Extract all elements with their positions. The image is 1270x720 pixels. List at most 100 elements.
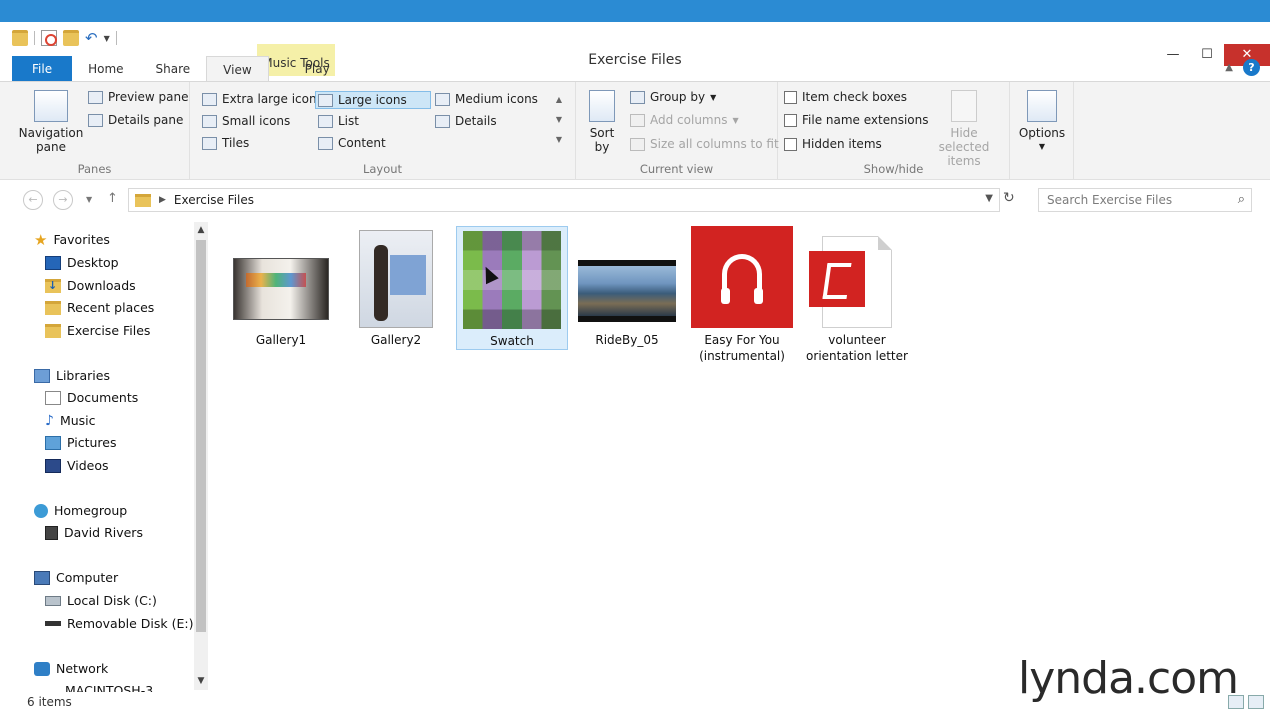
folder-icon xyxy=(135,193,151,207)
size-all-columns-button[interactable]: Size all columns to fit xyxy=(630,137,779,151)
sort-by-button[interactable]: Sort by xyxy=(584,90,620,154)
options-button[interactable]: Options ▼ xyxy=(1016,90,1068,154)
layout-details[interactable]: Details xyxy=(435,114,497,128)
item-check-boxes-toggle[interactable]: Item check boxes xyxy=(784,90,907,104)
pictures-icon xyxy=(45,435,61,450)
user-icon xyxy=(45,525,58,540)
music-note-icon: ♪ xyxy=(45,412,54,429)
expand-gallery-icon[interactable]: ▼ xyxy=(553,130,565,150)
details-pane-button[interactable]: Details pane xyxy=(88,113,183,127)
homegroup-icon xyxy=(34,503,48,518)
tab-play[interactable]: Play xyxy=(289,56,346,82)
search-icon[interactable]: ⌕ xyxy=(1238,192,1245,207)
file-name-extensions-checkbox[interactable] xyxy=(784,113,797,127)
video-frame xyxy=(578,266,676,316)
nav-local-disk[interactable]: Local Disk (C:) xyxy=(45,593,157,608)
address-bar[interactable]: ▶ Exercise Files ▼ xyxy=(128,188,1000,212)
extra-large-icons-icon xyxy=(202,92,217,106)
scrollbar-thumb[interactable] xyxy=(196,240,206,632)
downloads-icon xyxy=(45,278,61,293)
customize-toolbar-dropdown[interactable]: ▼ xyxy=(104,34,110,43)
refresh-button[interactable]: ↻ xyxy=(1003,190,1015,206)
group-by-button[interactable]: Group by ▼ xyxy=(630,90,716,104)
scroll-down-icon[interactable]: ▼ xyxy=(553,110,565,130)
layout-tiles[interactable]: Tiles xyxy=(202,136,249,150)
layout-large-icons[interactable]: Large icons xyxy=(315,91,431,109)
nav-videos[interactable]: Videos xyxy=(45,458,109,473)
new-folder-icon[interactable] xyxy=(63,30,79,46)
file-name-line1: volunteer xyxy=(828,333,886,347)
preview-pane-button[interactable]: Preview pane xyxy=(88,90,188,104)
options-icon xyxy=(1027,90,1057,122)
nav-network-computer[interactable]: MACINTOSH-3 xyxy=(65,683,153,692)
tab-view[interactable]: View xyxy=(206,56,269,82)
layout-content[interactable]: Content xyxy=(318,136,386,150)
tiles-icon xyxy=(202,136,217,150)
medium-icons-icon xyxy=(435,92,450,106)
chevron-down-icon: ▼ xyxy=(1038,142,1046,151)
gallery2-thumbnail xyxy=(359,230,433,328)
back-button[interactable]: ← xyxy=(23,190,43,210)
nav-documents[interactable]: Documents xyxy=(45,390,138,405)
file-item[interactable]: RideBy_05 xyxy=(571,226,683,348)
nav-recent-places[interactable]: Recent places xyxy=(45,300,154,315)
file-item[interactable]: Easy For You (instrumental) xyxy=(686,226,798,364)
breadcrumb-exercise-files[interactable]: Exercise Files xyxy=(174,193,254,207)
file-item[interactable]: Gallery2 xyxy=(340,226,452,348)
nav-favorites[interactable]: ★ Favorites xyxy=(34,232,110,247)
undo-icon[interactable]: ↶ xyxy=(85,30,98,46)
view-switcher xyxy=(1228,695,1264,709)
hide-selected-items-button[interactable]: Hide selected items xyxy=(926,90,1002,168)
layout-gallery-scroller[interactable]: ▲ ▼ ▼ xyxy=(553,90,565,152)
hidden-items-toggle[interactable]: Hidden items xyxy=(784,137,882,151)
layout-small-icons[interactable]: Small icons xyxy=(202,114,290,128)
layout-list[interactable]: List xyxy=(318,114,359,128)
file-item[interactable]: Gallery1 xyxy=(225,226,337,348)
scroll-up-icon[interactable]: ▲ xyxy=(194,225,208,235)
up-button[interactable]: ↑ xyxy=(107,191,118,206)
minimize-ribbon-icon[interactable]: ▲ xyxy=(1225,62,1233,73)
nav-desktop[interactable]: Desktop xyxy=(45,255,119,270)
forward-button[interactable]: → xyxy=(53,190,73,210)
nav-pictures[interactable]: Pictures xyxy=(45,435,117,450)
help-icon[interactable]: ? xyxy=(1243,59,1260,76)
removable-disk-icon xyxy=(45,621,61,626)
properties-icon[interactable] xyxy=(41,30,57,46)
address-dropdown-icon[interactable]: ▼ xyxy=(985,193,993,204)
layout-medium-icons[interactable]: Medium icons xyxy=(435,92,538,106)
large-icons-view-icon[interactable] xyxy=(1248,695,1264,709)
nav-homegroup[interactable]: Homegroup xyxy=(34,503,127,518)
nav-downloads[interactable]: Downloads xyxy=(45,278,136,293)
item-check-boxes-checkbox[interactable] xyxy=(784,90,797,104)
size-columns-label: Size all columns to fit xyxy=(650,137,779,151)
tab-file[interactable]: File xyxy=(12,56,73,82)
layout-extra-large-icons[interactable]: Extra large icons xyxy=(202,92,323,106)
nav-computer[interactable]: Computer xyxy=(34,570,118,585)
navigation-pane-scrollbar[interactable]: ▲ ▼ xyxy=(194,222,208,690)
navigation-pane-button[interactable]: Navigation pane xyxy=(18,90,84,154)
file-name-extensions-toggle[interactable]: File name extensions xyxy=(784,113,929,127)
acrobat-icon xyxy=(809,251,865,307)
nav-removable-disk[interactable]: Removable Disk (E:) xyxy=(45,616,193,631)
nav-exercise-files[interactable]: Exercise Files xyxy=(45,323,150,338)
recent-locations-dropdown[interactable]: ▼ xyxy=(86,195,92,204)
showhide-group: Item check boxes File name extensions Hi… xyxy=(778,82,1010,180)
nav-music[interactable]: ♪ Music xyxy=(45,413,96,428)
scroll-up-icon[interactable]: ▲ xyxy=(553,90,565,110)
chevron-right-icon[interactable]: ▶ xyxy=(159,195,166,205)
scroll-down-icon[interactable]: ▼ xyxy=(194,676,208,686)
star-icon: ★ xyxy=(34,230,48,249)
details-view-icon[interactable] xyxy=(1228,695,1244,709)
file-item[interactable]: volunteer orientation letter xyxy=(801,226,913,364)
desktop-icon xyxy=(45,255,61,270)
search-input[interactable]: Search Exercise Files ⌕ xyxy=(1038,188,1252,212)
nav-libraries[interactable]: Libraries xyxy=(34,368,110,383)
nav-network[interactable]: Network xyxy=(34,661,108,676)
file-item-selected[interactable]: Swatch xyxy=(456,226,568,350)
tab-share[interactable]: Share xyxy=(140,56,207,82)
nav-label: Removable Disk (E:) xyxy=(67,616,194,631)
hidden-items-checkbox[interactable] xyxy=(784,137,797,151)
add-columns-button[interactable]: Add columns ▼ xyxy=(630,113,739,127)
tab-home[interactable]: Home xyxy=(72,56,139,82)
nav-user[interactable]: David Rivers xyxy=(45,525,143,540)
